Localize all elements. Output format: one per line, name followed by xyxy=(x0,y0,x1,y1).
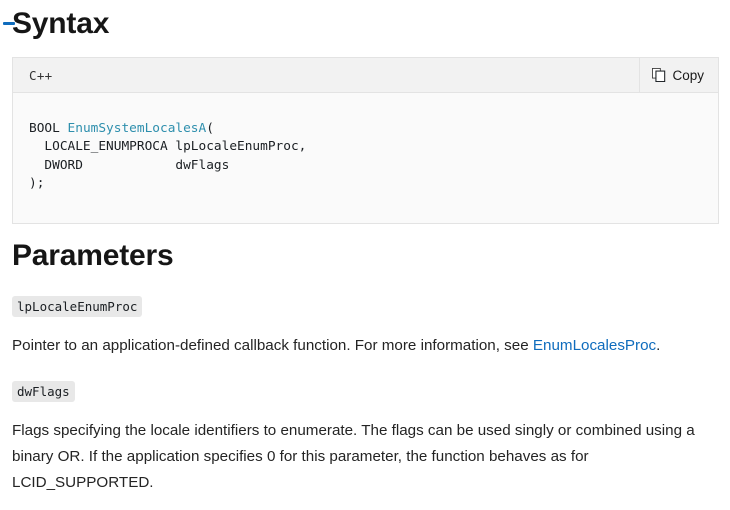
parameters-section-header: Parameters xyxy=(12,236,174,276)
copy-icon xyxy=(652,68,666,82)
anchor-link-icon[interactable] xyxy=(3,22,15,25)
syntax-section-header: Syntax xyxy=(3,4,110,44)
parameter-description: Flags specifying the locale identifiers … xyxy=(12,422,695,491)
code-line-param-1: LOCALE_ENUMPROCA lpLocaleEnumProc, xyxy=(29,139,307,155)
code-line-close: ); xyxy=(29,176,45,192)
code-text: BOOL EnumSystemLocalesA( LOCALE_ENUMPROC… xyxy=(29,121,306,192)
code-token-open-paren: ( xyxy=(206,120,214,136)
code-token-bool: BOOL xyxy=(29,120,68,136)
copy-button[interactable]: Copy xyxy=(639,58,718,92)
parameter-description: Pointer to an application-defined callba… xyxy=(12,333,718,359)
page-title-parameters: Parameters xyxy=(12,239,174,272)
documentation-page: Syntax C++ Copy BOOL EnumSystemLocalesA(… xyxy=(0,0,730,510)
code-language-label: C++ xyxy=(29,67,53,83)
parameter-description-text: Pointer to an application-defined callba… xyxy=(12,337,533,354)
parameter-name-badge: dwFlags xyxy=(12,381,75,402)
code-content[interactable]: BOOL EnumSystemLocalesA( LOCALE_ENUMPROC… xyxy=(13,106,718,210)
code-line-param-2: DWORD dwFlags xyxy=(29,157,230,173)
parameter-name-badge: lpLocaleEnumProc xyxy=(12,296,143,317)
copy-button-label: Copy xyxy=(672,67,704,83)
parameter-description-tail: . xyxy=(656,337,661,354)
code-block-header: C++ Copy xyxy=(13,58,718,93)
enum-locales-proc-link[interactable]: EnumLocalesProc xyxy=(533,337,656,354)
code-token-function-name: EnumSystemLocalesA xyxy=(67,120,207,136)
code-block: C++ Copy BOOL EnumSystemLocalesA( LOCALE… xyxy=(12,57,719,224)
page-title-syntax: Syntax xyxy=(12,7,110,40)
